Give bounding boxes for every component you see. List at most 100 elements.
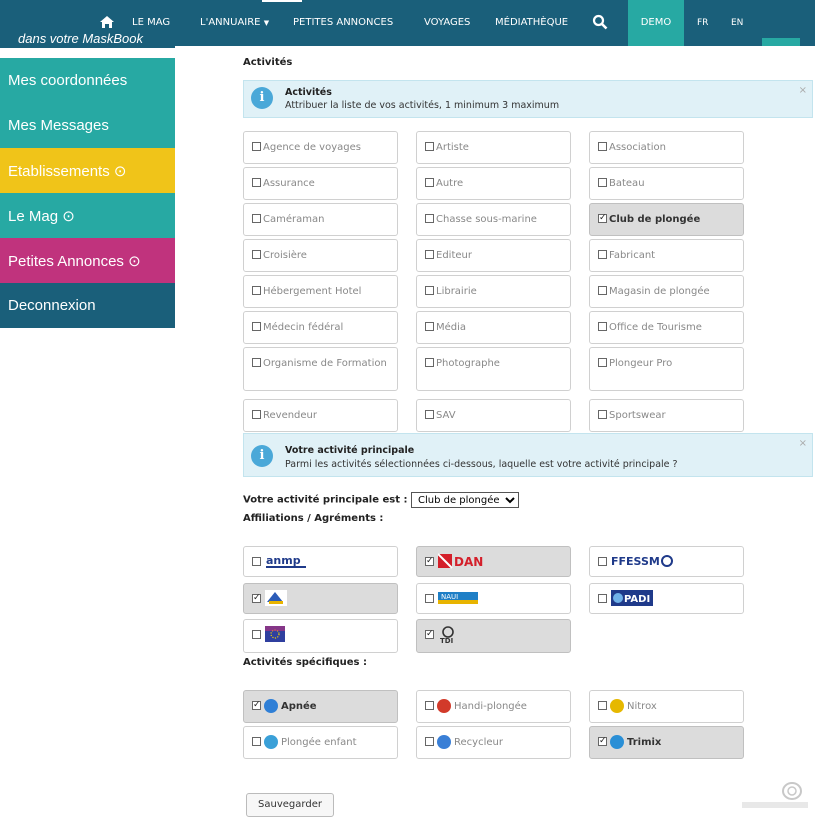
activity-option[interactable]: Magasin de plongée — [589, 275, 744, 308]
activity-option[interactable]: Artiste — [416, 131, 571, 164]
affiliation-checkbox[interactable]: ✓ — [425, 630, 434, 639]
activity-checkbox[interactable] — [425, 214, 434, 223]
affiliation-checkbox[interactable] — [252, 630, 261, 639]
activity-checkbox[interactable] — [252, 322, 261, 331]
activity-checkbox[interactable] — [252, 358, 261, 367]
activity-option[interactable]: Hébergement Hotel — [243, 275, 398, 308]
specific-activity-option[interactable]: ✓ Trimix — [589, 726, 744, 759]
nav-demo[interactable]: DEMO — [628, 0, 684, 46]
affiliation-option[interactable]: ✓ TDI — [416, 619, 571, 653]
affiliation-option[interactable]: FFESSM — [589, 546, 744, 577]
activity-option[interactable]: Librairie — [416, 275, 571, 308]
activity-checkbox[interactable] — [425, 142, 434, 151]
activity-checkbox[interactable] — [598, 358, 607, 367]
specific-activity-checkbox[interactable] — [598, 701, 607, 710]
affiliation-checkbox[interactable]: ✓ — [425, 557, 434, 566]
activity-option[interactable]: ✓ Club de plongée — [589, 203, 744, 236]
activity-option[interactable]: Chasse sous-marine — [416, 203, 571, 236]
activity-checkbox[interactable] — [252, 178, 261, 187]
specific-activity-option[interactable]: ✓ Apnée — [243, 690, 398, 723]
activity-option[interactable]: Sportswear — [589, 399, 744, 432]
affiliation-checkbox[interactable] — [598, 594, 607, 603]
nav-voyages[interactable]: VOYAGES — [424, 0, 470, 46]
activity-checkbox[interactable] — [252, 410, 261, 419]
activity-label: Librairie — [436, 286, 477, 297]
save-button[interactable]: Sauvegarder — [246, 793, 334, 817]
specific-activity-checkbox[interactable] — [425, 737, 434, 746]
lang-fr[interactable]: FR — [697, 0, 708, 46]
affiliation-checkbox[interactable] — [598, 557, 607, 566]
sidebar-item[interactable]: Petites Annonces ⊙ — [0, 238, 175, 283]
activity-option[interactable]: Association — [589, 131, 744, 164]
activity-checkbox[interactable] — [252, 250, 261, 259]
activity-checkbox[interactable] — [598, 286, 607, 295]
specific-activity-option[interactable]: Handi-plongée — [416, 690, 571, 723]
affiliation-option[interactable]: ✓ DAN — [416, 546, 571, 577]
affiliation-logo: PADI — [611, 590, 653, 609]
affiliation-option[interactable]: anmp — [243, 546, 398, 577]
nav-mediatheque[interactable]: MÉDIATHÈQUE — [495, 0, 568, 46]
activity-option[interactable]: Organisme de Formation — [243, 347, 398, 391]
sidebar-item[interactable]: Le Mag ⊙ — [0, 193, 175, 238]
activity-label: Magasin de plongée — [609, 286, 710, 297]
activity-option[interactable]: Fabricant — [589, 239, 744, 272]
affiliation-option[interactable]: PADI — [589, 583, 744, 614]
watermark-logo — [740, 780, 810, 810]
activity-option[interactable]: Média — [416, 311, 571, 344]
activity-checkbox[interactable] — [598, 142, 607, 151]
specific-activity-checkbox[interactable]: ✓ — [598, 737, 607, 746]
specific-activity-option[interactable]: Plongée enfant — [243, 726, 398, 759]
activity-label: Croisière — [263, 250, 307, 261]
svg-text:TDI: TDI — [440, 637, 453, 644]
activity-checkbox[interactable] — [598, 178, 607, 187]
activity-option[interactable]: Autre — [416, 167, 571, 200]
affiliation-checkbox[interactable]: ✓ — [252, 594, 261, 603]
principale-select[interactable]: Club de plongée — [410, 492, 519, 508]
sidebar-item[interactable]: Deconnexion — [0, 283, 175, 328]
nav-petites-annonces[interactable]: PETITES ANNONCES — [293, 0, 393, 46]
affiliation-checkbox[interactable] — [425, 594, 434, 603]
specific-activity-option[interactable]: Nitrox — [589, 690, 744, 723]
activity-option[interactable]: Agence de voyages — [243, 131, 398, 164]
activity-option[interactable]: Caméraman — [243, 203, 398, 236]
specific-activity-checkbox[interactable]: ✓ — [252, 701, 261, 710]
nav-annuaire[interactable]: L'ANNUAIRE ▼ — [200, 0, 269, 46]
activity-checkbox[interactable] — [252, 214, 261, 223]
sidebar-item[interactable]: Etablissements ⊙ — [0, 148, 175, 193]
activity-option[interactable]: Croisière — [243, 239, 398, 272]
activity-option[interactable]: Photographe — [416, 347, 571, 391]
activity-option[interactable]: Revendeur — [243, 399, 398, 432]
sidebar-item[interactable]: Mes coordonnées — [0, 58, 175, 103]
affiliation-checkbox[interactable] — [252, 557, 261, 566]
activity-checkbox[interactable]: ✓ — [598, 214, 607, 223]
activity-checkbox[interactable] — [252, 286, 261, 295]
activity-checkbox[interactable] — [425, 286, 434, 295]
activity-checkbox[interactable] — [598, 322, 607, 331]
activity-checkbox[interactable] — [425, 410, 434, 419]
activity-checkbox[interactable] — [425, 178, 434, 187]
affiliation-option[interactable]: NAUI — [416, 583, 571, 614]
activity-option[interactable]: Bateau — [589, 167, 744, 200]
activity-option[interactable]: Editeur — [416, 239, 571, 272]
activity-option[interactable]: Plongeur Pro — [589, 347, 744, 391]
close-icon[interactable]: × — [799, 438, 807, 449]
activity-checkbox[interactable] — [598, 250, 607, 259]
affiliation-option[interactable] — [243, 619, 398, 653]
activity-checkbox[interactable] — [425, 322, 434, 331]
activity-option[interactable]: Médecin fédéral — [243, 311, 398, 344]
activity-checkbox[interactable] — [425, 358, 434, 367]
affiliation-option[interactable]: ✓ — [243, 583, 398, 614]
activity-option[interactable]: SAV — [416, 399, 571, 432]
activity-option[interactable]: Assurance — [243, 167, 398, 200]
activity-option[interactable]: Office de Tourisme — [589, 311, 744, 344]
sidebar-item[interactable]: Mes Messages — [0, 103, 175, 148]
specific-activity-checkbox[interactable] — [252, 737, 261, 746]
specific-activity-checkbox[interactable] — [425, 701, 434, 710]
specific-activity-option[interactable]: Recycleur — [416, 726, 571, 759]
activity-checkbox[interactable] — [252, 142, 261, 151]
activity-checkbox[interactable] — [598, 410, 607, 419]
activity-checkbox[interactable] — [425, 250, 434, 259]
search-icon[interactable] — [592, 0, 612, 46]
lang-en[interactable]: EN — [731, 0, 743, 46]
close-icon[interactable]: × — [799, 85, 807, 96]
